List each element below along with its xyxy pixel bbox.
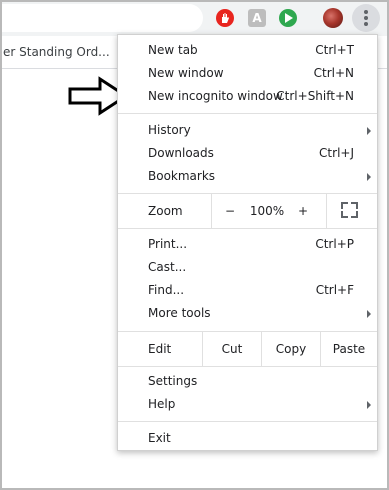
letter-a-icon[interactable]: A bbox=[248, 9, 266, 27]
menu-item-label: Settings bbox=[148, 374, 198, 388]
menu-item-shortcut: Ctrl+J bbox=[319, 146, 354, 160]
menu-item-history[interactable]: History bbox=[118, 119, 377, 142]
menu-item-label: History bbox=[148, 123, 191, 137]
menu-item-label: More tools bbox=[148, 306, 211, 320]
browser-toolbar: A bbox=[0, 0, 389, 36]
zoom-level: 100% bbox=[249, 204, 285, 218]
menu-item-downloads[interactable]: Downloads Ctrl+J bbox=[118, 142, 377, 165]
menu-item-shortcut: Ctrl+P bbox=[315, 237, 354, 251]
play-icon[interactable] bbox=[279, 9, 297, 27]
zoom-divider bbox=[211, 194, 212, 228]
hand-stop-icon[interactable] bbox=[216, 9, 234, 27]
menu-item-label: Help bbox=[148, 397, 176, 411]
menu-separator bbox=[118, 228, 377, 229]
address-bar[interactable] bbox=[0, 4, 203, 32]
zoom-label: Zoom bbox=[148, 204, 183, 218]
menu-item-label: New tab bbox=[148, 43, 198, 57]
paste-button[interactable]: Paste bbox=[321, 342, 377, 356]
chevron-right-icon bbox=[367, 401, 371, 409]
menu-separator bbox=[118, 366, 377, 367]
zoom-divider bbox=[326, 194, 327, 228]
chevron-right-icon bbox=[367, 173, 371, 181]
menu-item-cast[interactable]: Cast... bbox=[118, 256, 377, 279]
menu-item-help[interactable]: Help bbox=[118, 393, 377, 416]
fullscreen-icon[interactable] bbox=[341, 202, 358, 218]
menu-item-label: New incognito window bbox=[148, 89, 283, 103]
menu-item-label: Find... bbox=[148, 283, 185, 297]
menu-item-label: Cast... bbox=[148, 260, 187, 274]
user-avatar[interactable] bbox=[323, 8, 343, 28]
menu-item-label: Exit bbox=[148, 431, 171, 445]
menu-item-label: Bookmarks bbox=[148, 169, 216, 183]
zoom-row: Zoom − 100% + bbox=[118, 194, 377, 228]
zoom-in-button[interactable]: + bbox=[291, 204, 315, 218]
menu-item-shortcut: Ctrl+T bbox=[315, 43, 354, 57]
chrome-main-menu: New tab Ctrl+T New window Ctrl+N New inc… bbox=[117, 34, 378, 451]
menu-separator bbox=[118, 421, 377, 422]
menu-item-label: Print... bbox=[148, 237, 188, 251]
menu-item-label: Downloads bbox=[148, 146, 214, 160]
menu-item-new-tab[interactable]: New tab Ctrl+T bbox=[118, 39, 377, 62]
zoom-out-button[interactable]: − bbox=[218, 204, 242, 218]
chevron-right-icon bbox=[367, 310, 371, 318]
menu-item-exit[interactable]: Exit bbox=[118, 427, 377, 450]
menu-item-new-incognito-window[interactable]: New incognito window Ctrl+Shift+N bbox=[118, 85, 377, 108]
three-dots-icon[interactable] bbox=[352, 4, 380, 32]
menu-item-label: New window bbox=[148, 66, 224, 80]
menu-item-shortcut: Ctrl+F bbox=[315, 283, 354, 297]
menu-item-more-tools[interactable]: More tools bbox=[118, 302, 377, 325]
menu-separator bbox=[118, 113, 377, 114]
cut-button[interactable]: Cut bbox=[203, 342, 261, 356]
chevron-right-icon bbox=[367, 127, 371, 135]
menu-item-shortcut: Ctrl+N bbox=[313, 66, 354, 80]
edit-label: Edit bbox=[148, 342, 172, 356]
menu-item-find[interactable]: Find... Ctrl+F bbox=[118, 279, 377, 302]
menu-item-shortcut: Ctrl+Shift+N bbox=[276, 89, 354, 103]
edit-row: Edit Cut Copy Paste bbox=[118, 332, 377, 366]
copy-button[interactable]: Copy bbox=[262, 342, 320, 356]
menu-item-new-window[interactable]: New window Ctrl+N bbox=[118, 62, 377, 85]
menu-item-settings[interactable]: Settings bbox=[118, 370, 377, 393]
bookmark-item[interactable]: er Standing Ord... bbox=[3, 45, 110, 59]
menu-item-bookmarks[interactable]: Bookmarks bbox=[118, 165, 377, 188]
menu-item-print[interactable]: Print... Ctrl+P bbox=[118, 233, 377, 256]
